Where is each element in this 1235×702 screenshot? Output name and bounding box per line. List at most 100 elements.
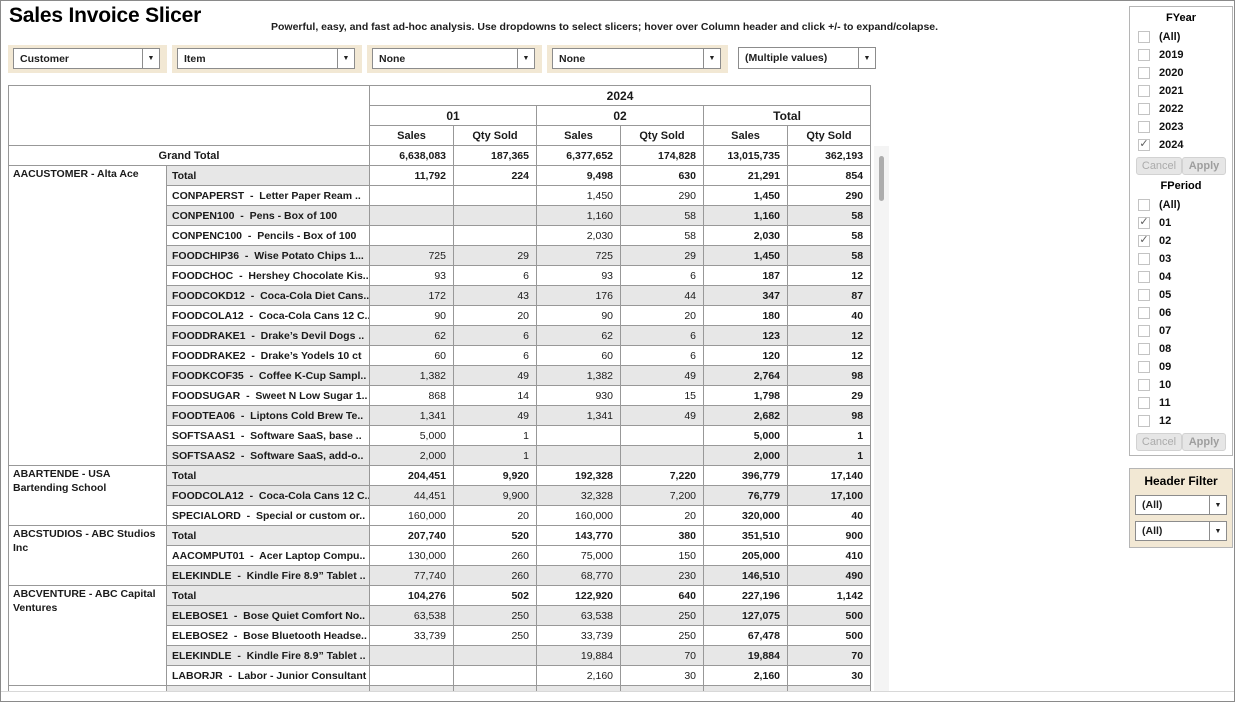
- total-label-cell[interactable]: Total: [167, 466, 370, 486]
- value-cell: 12: [788, 326, 871, 346]
- total-label-cell[interactable]: Total: [167, 526, 370, 546]
- item-cell[interactable]: SOFTSAAS1 - Software SaaS, base ..: [167, 426, 370, 446]
- column-header-sales[interactable]: Sales: [704, 126, 788, 146]
- item-cell[interactable]: ELEBOSE2 - Bose Bluetooth Headse..: [167, 626, 370, 646]
- item-cell[interactable]: SOFTSAAS2 - Software SaaS, add-o..: [167, 446, 370, 466]
- item-cell[interactable]: CONPAPERST - Letter Paper Ream ..: [167, 186, 370, 206]
- checkbox-label: 04: [1159, 271, 1171, 283]
- total-label-cell[interactable]: Total: [167, 166, 370, 186]
- customer-cell[interactable]: ABARTENDE - USA Bartending School: [9, 466, 167, 526]
- value-cell: 49: [454, 366, 537, 386]
- fperiod-option-04[interactable]: 04: [1130, 268, 1232, 286]
- checkbox-icon: [1138, 67, 1150, 79]
- item-cell[interactable]: ELEKINDLE - Kindle Fire 8.9” Tablet ..: [167, 646, 370, 666]
- fperiod-option-07[interactable]: 07: [1130, 322, 1232, 340]
- slicer-dropdown-5[interactable]: (Multiple values) ▼: [738, 47, 876, 69]
- vertical-scrollbar[interactable]: [874, 146, 889, 691]
- item-cell[interactable]: FOODKCOF35 - Coffee K-Cup Sampl..: [167, 366, 370, 386]
- item-cell[interactable]: CONPEN100 - Pens - Box of 100: [167, 206, 370, 226]
- item-cell[interactable]: FOODCHIP36 - Wise Potato Chips 1...: [167, 246, 370, 266]
- fperiod-option-all[interactable]: (All): [1130, 196, 1232, 214]
- column-header-qty[interactable]: Qty Sold: [788, 126, 871, 146]
- checkbox-icon: [1138, 307, 1150, 319]
- scrollbar-thumb[interactable]: [879, 156, 884, 201]
- fperiod-apply-button[interactable]: Apply: [1182, 433, 1226, 451]
- value-cell: 9,920: [454, 466, 537, 486]
- item-cell[interactable]: CONPENC100 - Pencils - Box of 100: [167, 226, 370, 246]
- fperiod-option-06[interactable]: 06: [1130, 304, 1232, 322]
- value-cell: 6: [454, 326, 537, 346]
- item-cell[interactable]: AACOMPUT01 - Acer Laptop Compu..: [167, 546, 370, 566]
- fperiod-option-03[interactable]: 03: [1130, 250, 1232, 268]
- fperiod-cancel-button[interactable]: Cancel: [1136, 433, 1182, 451]
- fperiod-option-01[interactable]: ✓01: [1130, 214, 1232, 232]
- value-cell: 250: [621, 626, 704, 646]
- column-header-period-01[interactable]: 01: [370, 106, 537, 126]
- fyear-option-2022[interactable]: 2022: [1130, 100, 1232, 118]
- value-cell: 9,498: [537, 166, 621, 186]
- fperiod-option-08[interactable]: 08: [1130, 340, 1232, 358]
- item-cell[interactable]: ELEKINDLE - Kindle Fire 8.9” Tablet ..: [167, 566, 370, 586]
- fyear-option-2021[interactable]: 2021: [1130, 82, 1232, 100]
- item-cell[interactable]: FOODCOKD12 - Coca-Cola Diet Cans..: [167, 286, 370, 306]
- fyear-option-all[interactable]: (All): [1130, 28, 1232, 46]
- customer-cell[interactable]: ABCVENTURE - ABC Capital Ventures: [9, 586, 167, 686]
- customer-cell[interactable]: AACUSTOMER - Alta Ace: [9, 166, 167, 466]
- fyear-option-2019[interactable]: 2019: [1130, 46, 1232, 64]
- value-cell: 207,740: [370, 526, 454, 546]
- fperiod-option-09[interactable]: 09: [1130, 358, 1232, 376]
- item-cell[interactable]: SPECIALORD - Special or custom or..: [167, 506, 370, 526]
- fperiod-option-11[interactable]: 11: [1130, 394, 1232, 412]
- fperiod-option-10[interactable]: 10: [1130, 376, 1232, 394]
- slicer-dropdown-1[interactable]: Customer ▼: [13, 48, 160, 69]
- fyear-cancel-button[interactable]: Cancel: [1136, 157, 1182, 175]
- column-header-sales[interactable]: Sales: [537, 126, 621, 146]
- column-header-sales[interactable]: Sales: [370, 126, 454, 146]
- item-cell[interactable]: FOODCOLA12 - Coca-Cola Cans 12 C..: [167, 486, 370, 506]
- item-cell[interactable]: FOODCOLA12 - Coca-Cola Cans 12 C..: [167, 306, 370, 326]
- item-cell[interactable]: ELEBOSE1 - Bose Quiet Comfort No..: [167, 606, 370, 626]
- slicer-dropdown-3[interactable]: None ▼: [372, 48, 535, 69]
- checkbox-checked-icon: ✓: [1138, 217, 1150, 229]
- column-header-qty[interactable]: Qty Sold: [454, 126, 537, 146]
- item-cell[interactable]: FOODTEA06 - Liptons Cold Brew Te..: [167, 406, 370, 426]
- slicer-dropdown-4[interactable]: None ▼: [552, 48, 721, 69]
- value-cell: 5,000: [370, 426, 454, 446]
- value-cell: 30: [788, 666, 871, 686]
- column-header-total[interactable]: Total: [704, 106, 871, 126]
- column-header-period-02[interactable]: 02: [537, 106, 704, 126]
- slicer-dropdown-2[interactable]: Item ▼: [177, 48, 355, 69]
- checkbox-icon: [1138, 253, 1150, 265]
- value-cell: 1,160: [537, 206, 621, 226]
- fperiod-option-02[interactable]: ✓02: [1130, 232, 1232, 250]
- value-cell: 40: [788, 506, 871, 526]
- customer-cell[interactable]: ABCSTUDIOS - ABC Studios Inc: [9, 526, 167, 586]
- value-cell: 396,779: [704, 466, 788, 486]
- fyear-apply-button[interactable]: Apply: [1182, 157, 1226, 175]
- value-cell: 33,739: [537, 626, 621, 646]
- column-header-year[interactable]: 2024: [370, 86, 871, 106]
- total-label-cell[interactable]: Total: [167, 586, 370, 606]
- chevron-down-icon: ▼: [517, 49, 534, 68]
- item-cell[interactable]: FOODDRAKE2 - Drake’s Yodels 10 ct: [167, 346, 370, 366]
- fperiod-option-12[interactable]: 12: [1130, 412, 1232, 430]
- item-cell[interactable]: FOODCHOC - Hershey Chocolate Kis..: [167, 266, 370, 286]
- fperiod-option-05[interactable]: 05: [1130, 286, 1232, 304]
- value-cell: 5,000: [704, 426, 788, 446]
- value-cell: 60: [537, 346, 621, 366]
- item-cell[interactable]: FOODDRAKE1 - Drake’s Devil Dogs ..: [167, 326, 370, 346]
- value-cell: 174,828: [621, 146, 704, 166]
- fyear-option-2023[interactable]: 2023: [1130, 118, 1232, 136]
- fyear-option-2024[interactable]: ✓2024: [1130, 136, 1232, 154]
- value-cell: 123: [704, 326, 788, 346]
- item-cell[interactable]: FOODSUGAR - Sweet N Low Sugar 1..: [167, 386, 370, 406]
- value-cell: 76,779: [704, 486, 788, 506]
- header-filter-dropdown-2[interactable]: (All) ▼: [1135, 521, 1227, 541]
- item-cell[interactable]: LABORJR - Labor - Junior Consultant: [167, 666, 370, 686]
- value-cell: 93: [537, 266, 621, 286]
- grand-total-label[interactable]: Grand Total: [9, 146, 370, 166]
- value-cell: 347: [704, 286, 788, 306]
- column-header-qty[interactable]: Qty Sold: [621, 126, 704, 146]
- header-filter-dropdown-1[interactable]: (All) ▼: [1135, 495, 1227, 515]
- fyear-option-2020[interactable]: 2020: [1130, 64, 1232, 82]
